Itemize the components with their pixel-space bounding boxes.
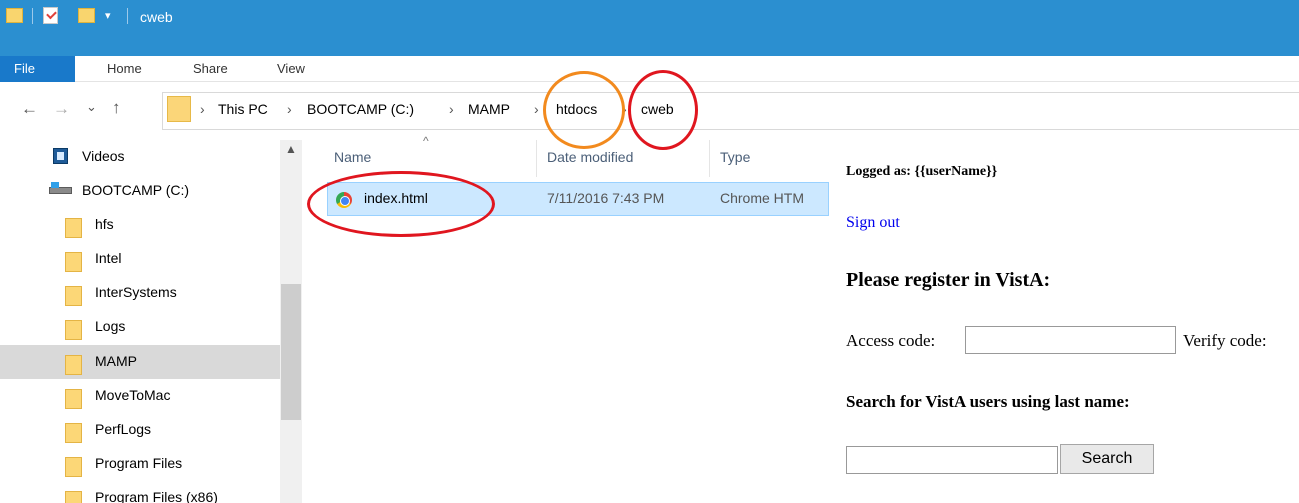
breadcrumb-bootcamp[interactable]: BOOTCAMP (C:) bbox=[307, 101, 414, 117]
toolbar-separator bbox=[32, 8, 33, 24]
folder-icon bbox=[65, 218, 82, 238]
nav-item-videos[interactable]: Videos bbox=[0, 140, 280, 174]
breadcrumb-separator[interactable]: › bbox=[287, 101, 292, 117]
column-divider[interactable] bbox=[709, 140, 710, 177]
breadcrumb-mamp[interactable]: MAMP bbox=[468, 101, 510, 117]
properties-check-icon[interactable] bbox=[43, 7, 58, 24]
nav-item-label: BOOTCAMP (C:) bbox=[82, 182, 190, 198]
nav-item-program-files-x86[interactable]: Program Files (x86) bbox=[0, 481, 280, 503]
nav-item-label: Program Files (x86) bbox=[95, 489, 218, 503]
column-header-name[interactable]: Name bbox=[334, 149, 371, 165]
nav-item-intersystems[interactable]: InterSystems bbox=[0, 276, 280, 310]
window-title: cweb bbox=[140, 9, 173, 25]
web-page-preview: Logged as: {{userName}} Sign out Please … bbox=[829, 142, 1299, 503]
forward-arrow-icon[interactable]: → bbox=[53, 99, 70, 119]
chrome-icon bbox=[336, 192, 352, 208]
title-bar bbox=[0, 0, 1299, 56]
toolbar-separator bbox=[127, 8, 128, 24]
access-code-input[interactable] bbox=[965, 326, 1176, 354]
folder-icon bbox=[65, 320, 82, 340]
breadcrumb-htdocs[interactable]: htdocs bbox=[556, 101, 597, 117]
folder-icon bbox=[65, 252, 82, 272]
nav-item-label: Logs bbox=[95, 318, 126, 334]
nav-item-mamp[interactable]: MAMP bbox=[0, 345, 280, 379]
nav-item-program-files[interactable]: Program Files bbox=[0, 447, 280, 481]
column-header-type[interactable]: Type bbox=[720, 149, 750, 165]
access-code-label: Access code: bbox=[846, 331, 936, 350]
nav-item-label: MoveToMac bbox=[95, 387, 171, 403]
tab-view[interactable]: View bbox=[277, 61, 305, 76]
scroll-up-arrow-icon[interactable]: ▲ bbox=[285, 142, 297, 156]
search-button[interactable]: Search bbox=[1060, 444, 1154, 474]
nav-item-label: Program Files bbox=[95, 455, 183, 471]
recent-locations-chevron-icon[interactable]: ⌄ bbox=[86, 99, 97, 115]
nav-item-label: MAMP bbox=[95, 353, 137, 369]
quick-access-dropdown-icon[interactable]: ▾ bbox=[105, 9, 111, 22]
address-folder-icon bbox=[167, 96, 191, 122]
nav-item-label: Intel bbox=[95, 250, 122, 266]
video-icon bbox=[53, 148, 68, 164]
folder-icon bbox=[65, 389, 82, 409]
folder-icon[interactable] bbox=[6, 8, 23, 23]
nav-item-logs[interactable]: Logs bbox=[0, 310, 280, 344]
column-header-date-modified[interactable]: Date modified bbox=[547, 149, 633, 165]
nav-item-intel[interactable]: Intel bbox=[0, 242, 280, 276]
back-arrow-icon[interactable]: ← bbox=[21, 99, 38, 119]
nav-item-label: PerfLogs bbox=[95, 421, 152, 437]
breadcrumb-separator[interactable]: › bbox=[534, 101, 539, 117]
breadcrumb-separator[interactable]: › bbox=[622, 101, 627, 117]
tab-file[interactable]: File bbox=[0, 56, 75, 82]
folder-icon bbox=[65, 491, 82, 503]
nav-item-label: Videos bbox=[82, 148, 125, 164]
drive-icon bbox=[49, 182, 72, 194]
sort-ascending-icon: ^ bbox=[423, 134, 429, 148]
file-name[interactable]: index.html bbox=[364, 190, 428, 206]
verify-code-label: Verify code: bbox=[1183, 331, 1267, 350]
up-arrow-icon[interactable]: ↑ bbox=[112, 98, 121, 118]
sign-out-link[interactable]: Sign out bbox=[846, 214, 900, 232]
breadcrumb-separator[interactable]: › bbox=[200, 101, 205, 117]
search-heading: Search for VistA users using last name: bbox=[846, 392, 1130, 411]
logged-as-text: Logged as: {{userName}} bbox=[846, 164, 998, 179]
new-folder-icon[interactable] bbox=[78, 8, 95, 23]
navigation-pane: Videos BOOTCAMP (C:) hfs Intel InterSyst… bbox=[0, 140, 305, 503]
column-divider[interactable] bbox=[536, 140, 537, 177]
nav-item-bootcamp[interactable]: BOOTCAMP (C:) bbox=[0, 174, 280, 208]
nav-item-label: InterSystems bbox=[95, 284, 177, 300]
last-name-search-input[interactable] bbox=[846, 446, 1058, 474]
register-heading: Please register in VistA: bbox=[846, 269, 1051, 291]
scrollbar-thumb[interactable] bbox=[281, 284, 301, 420]
folder-icon bbox=[65, 423, 82, 443]
breadcrumb-separator[interactable]: › bbox=[449, 101, 454, 117]
folder-icon bbox=[65, 286, 82, 306]
tab-share[interactable]: Share bbox=[193, 61, 228, 76]
folder-icon bbox=[65, 457, 82, 477]
file-date-modified: 7/11/2016 7:43 PM bbox=[547, 190, 665, 206]
nav-item-perflogs[interactable]: PerfLogs bbox=[0, 413, 280, 447]
breadcrumb-cweb[interactable]: cweb bbox=[641, 101, 674, 117]
file-type: Chrome HTM bbox=[720, 190, 805, 206]
nav-item-hfs[interactable]: hfs bbox=[0, 208, 280, 242]
nav-item-movetomac[interactable]: MoveToMac bbox=[0, 379, 280, 413]
tab-home[interactable]: Home bbox=[107, 61, 142, 76]
breadcrumb-this-pc[interactable]: This PC bbox=[218, 101, 268, 117]
folder-icon bbox=[65, 355, 82, 375]
nav-item-label: hfs bbox=[95, 216, 114, 232]
